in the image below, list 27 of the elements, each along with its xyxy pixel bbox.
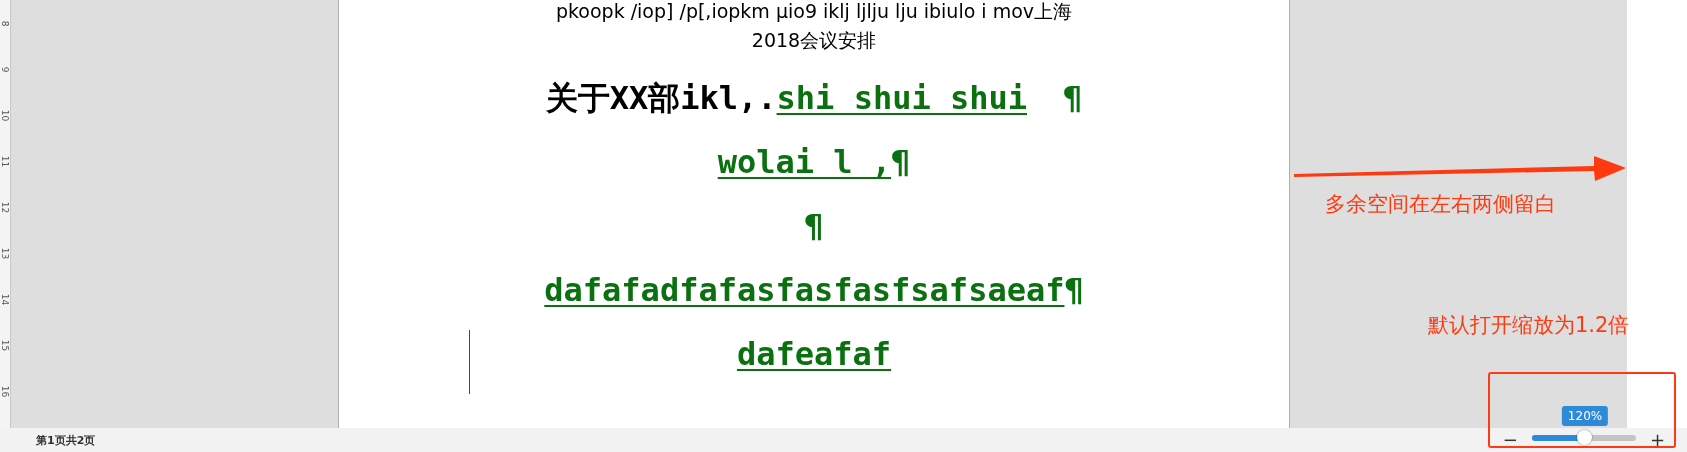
page-count: 第1页共2页 — [36, 432, 96, 448]
ruler-number: 9 — [0, 66, 12, 73]
ruler-number: 15 — [0, 339, 12, 352]
annotation-text: 多余空间在左右两侧留白 — [1325, 191, 1556, 218]
ruler-number: 8 — [0, 20, 12, 27]
inserted-text: dafafadfafasfasfasfsafsaeaf — [544, 270, 1065, 311]
inserted-text: shi shui shui — [776, 78, 1027, 119]
zoom-in-button[interactable]: + — [1649, 431, 1665, 449]
ruler-number: 10 — [0, 109, 12, 122]
pilcrow-mark: ¶ — [1064, 270, 1084, 311]
slider-thumb[interactable] — [1576, 429, 1592, 445]
ruler-number: 12 — [0, 201, 12, 214]
pilcrow-mark: ¶ — [1063, 78, 1083, 119]
annotation-text: 默认打开缩放为1.2倍 — [1428, 312, 1630, 339]
document-text: pkoopk /iop] /p[,iopkm µio9 iklj ljlju lju ibiulo i mov上海 — [555, 0, 1073, 22]
ruler-number: 14 — [0, 293, 12, 306]
ruler-number: 11 — [0, 155, 12, 168]
text-cursor — [469, 330, 470, 394]
inserted-text: wolai l , — [717, 142, 892, 183]
document-text: 关于XX部ikl,. — [545, 78, 777, 119]
pilcrow-mark: ¶ — [891, 142, 911, 183]
document-text: 2018会议安排 — [751, 28, 877, 53]
ruler-number: 16 — [0, 385, 12, 398]
ruler-number: 13 — [0, 247, 12, 260]
zoom-out-button[interactable]: − — [1502, 431, 1518, 449]
pilcrow-mark: ¶ — [804, 206, 824, 247]
inserted-text: dafeafaf — [736, 334, 892, 375]
